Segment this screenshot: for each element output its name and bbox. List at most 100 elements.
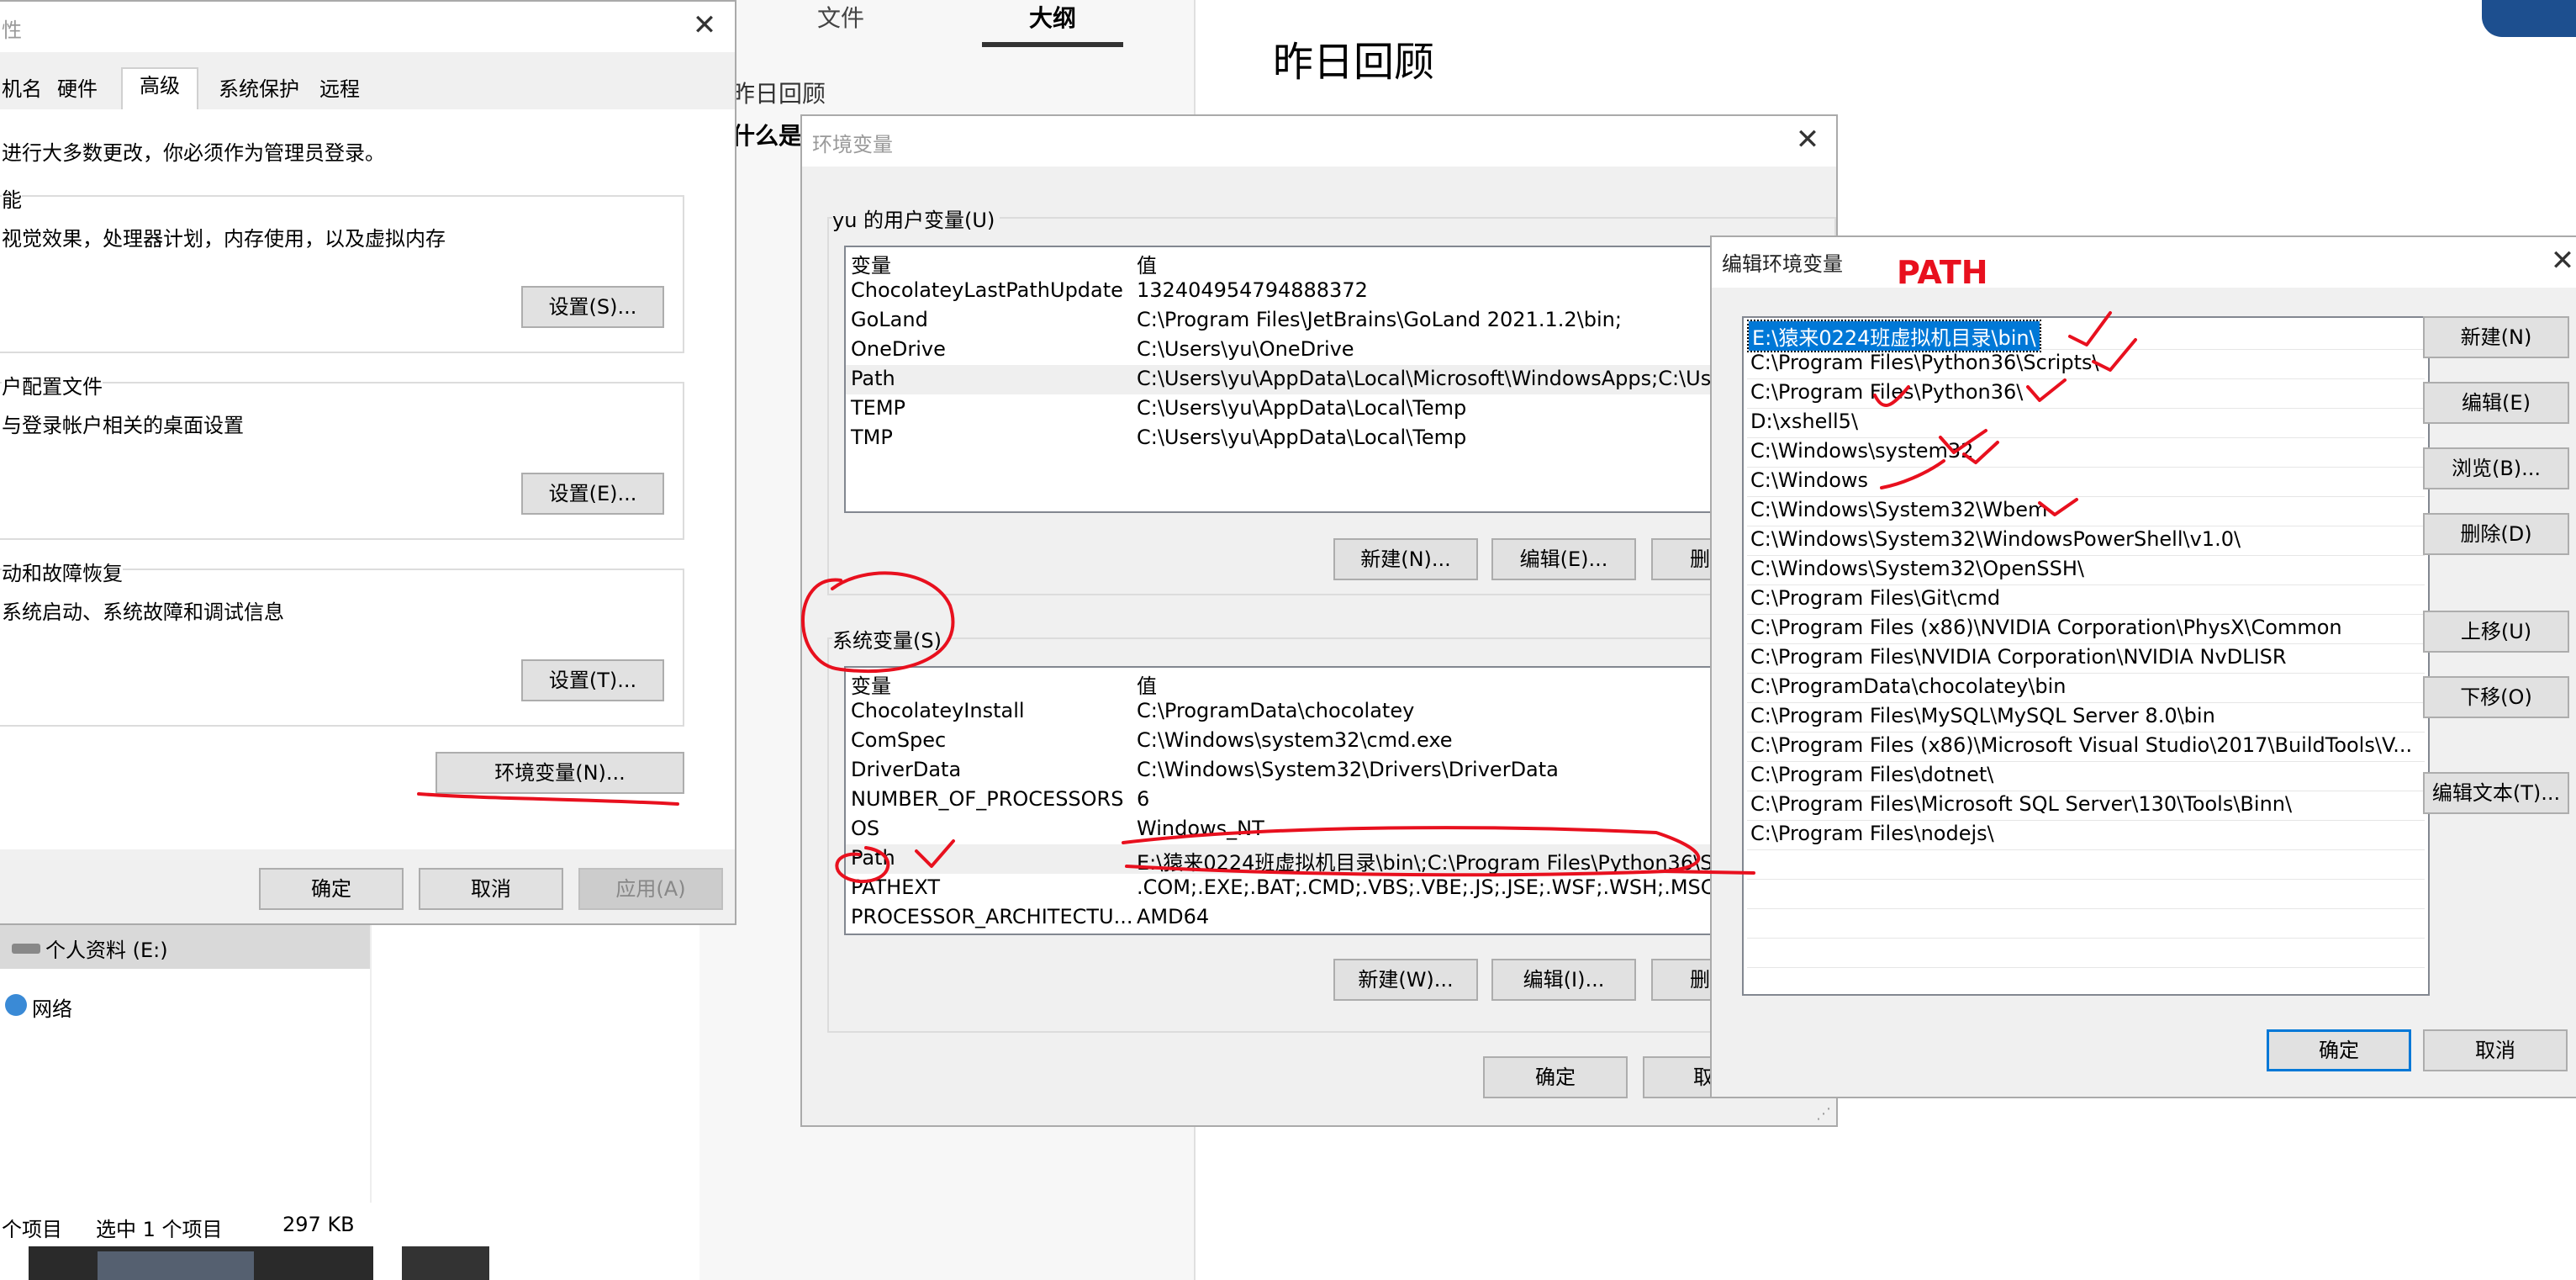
tab-computer-name[interactable]: 机名 — [2, 72, 42, 108]
edit-env-ok-button[interactable]: 确定 — [2267, 1029, 2411, 1071]
close-icon[interactable]: ✕ — [686, 7, 723, 44]
table-row[interactable]: Path E:\猿来0224班虚拟机目录\bin\;C:\Program File… — [846, 844, 1834, 875]
path-browse-button[interactable]: 浏览(B)... — [2423, 447, 2569, 489]
tab-advanced[interactable]: 高级 — [121, 67, 198, 111]
explorer-pane: 个人资料 (E:) 网络 个项目 选中 1 个项目 297 KB — [0, 925, 699, 1280]
edit-env-cancel-button[interactable]: 取消 — [2423, 1029, 2568, 1071]
list-item[interactable]: C:\Windows\System32\OpenSSH\ — [1747, 555, 2425, 585]
list-item[interactable]: E:\猿来0224班虚拟机目录\bin\ — [1747, 320, 2425, 352]
env-titlebar[interactable]: 环境变量 ✕ — [802, 116, 1836, 167]
column-header-value[interactable]: 值 — [1137, 249, 1157, 278]
user-edit-button[interactable]: 编辑(E)... — [1491, 538, 1636, 580]
environment-variables-button[interactable]: 环境变量(N)... — [435, 752, 684, 794]
env-ok-button[interactable]: 确定 — [1483, 1056, 1628, 1098]
performance-desc: 视觉效果，处理器计划，内存使用，以及虚拟内存 — [2, 227, 446, 251]
list-item[interactable]: C:\Windows — [1747, 467, 2425, 497]
path-move-down-button[interactable]: 下移(O) — [2423, 676, 2569, 718]
table-row[interactable]: ChocolateyInstall C:\ProgramData\chocolat… — [846, 697, 1834, 727]
system-vars-group-title: 系统变量(S) — [832, 624, 947, 653]
column-header-variable[interactable]: 变量 — [851, 249, 891, 278]
var-name: TMP — [851, 426, 893, 449]
performance-settings-button[interactable]: 设置(S)... — [521, 286, 664, 328]
taskbar-strip — [0, 1246, 699, 1280]
edit-env-titlebar[interactable]: 编辑环境变量 ✕ — [1712, 237, 2576, 288]
path-delete-button[interactable]: 删除(D) — [2423, 513, 2569, 555]
path-entries-list[interactable]: E:\猿来0224班虚拟机目录\bin\ C:\Program Files\Py… — [1742, 316, 2430, 996]
tab-file[interactable]: 文件 — [817, 0, 864, 34]
list-item[interactable] — [1747, 908, 2425, 939]
table-row[interactable]: ChocolateyLastPathUpdate 1324049547948883… — [846, 277, 1834, 306]
path-entry: C:\Windows\System32\Wbem — [1750, 498, 2048, 521]
taskbar-thumb-2[interactable] — [402, 1246, 489, 1280]
environment-variables-dialog: 环境变量 ✕ yu 的用户变量(U) 变量 值 ChocolateyLastPa… — [800, 114, 1838, 1127]
path-edit-button[interactable]: 编辑(E) — [2423, 382, 2569, 424]
user-new-button[interactable]: 新建(N)... — [1333, 538, 1478, 580]
list-item[interactable]: C:\Program Files (x86)\Microsoft Visual … — [1747, 732, 2425, 762]
apply-button[interactable]: 应用(A) — [578, 868, 723, 910]
system-properties-dialog: 性 ✕ 机名 硬件 高级 系统保护 远程 进行大多数更改，你必须作为管理员登录。… — [0, 0, 736, 925]
profile-settings-button[interactable]: 设置(E)... — [521, 473, 664, 515]
path-entry: D:\xshell5\ — [1750, 410, 1859, 433]
table-row[interactable]: Path C:\Users\yu\AppData\Local\Microsoft\… — [846, 365, 1834, 394]
table-row[interactable]: TMP C:\Users\yu\AppData\Local\Temp — [846, 424, 1834, 453]
list-item[interactable]: C:\Program Files\nodejs\ — [1747, 820, 2425, 850]
close-icon[interactable]: ✕ — [2544, 242, 2576, 279]
list-item[interactable]: C:\Windows\System32\WindowsPowerShell\v1… — [1747, 526, 2425, 556]
table-row[interactable]: TEMP C:\Users\yu\AppData\Local\Temp — [846, 394, 1834, 424]
list-item[interactable]: C:\Program Files\Microsoft SQL Server\13… — [1747, 791, 2425, 821]
list-item[interactable]: C:\Program Files\dotnet\ — [1747, 761, 2425, 791]
table-row[interactable]: DriverData C:\Windows\System32\Drivers\Dr… — [846, 756, 1834, 785]
list-item[interactable] — [1747, 938, 2425, 968]
tab-system-protection[interactable]: 系统保护 — [219, 72, 299, 108]
list-item[interactable]: C:\Program Files\MySQL\MySQL Server 8.0\… — [1747, 702, 2425, 733]
outline-item-what-is[interactable]: 什么是 — [731, 118, 802, 151]
resize-grip-icon[interactable]: ⋰ — [1816, 1105, 1831, 1123]
table-row[interactable]: PROCESSOR_ARCHITECTU... AMD64 — [846, 903, 1834, 933]
table-row[interactable]: NUMBER_OF_PROCESSORS 6 — [846, 785, 1834, 815]
list-item[interactable] — [1747, 849, 2425, 880]
table-row[interactable]: PATHEXT .COM;.EXE;.BAT;.CMD;.VBS;.VBE;.JS… — [846, 874, 1834, 903]
list-item[interactable]: C:\Program Files\NVIDIA Corporation\NVID… — [1747, 643, 2425, 674]
tab-hardware[interactable]: 硬件 — [57, 72, 98, 108]
table-row[interactable]: ComSpec C:\Windows\system32\cmd.exe — [846, 727, 1834, 756]
nav-item-drive-e[interactable]: 个人资料 (E:) — [0, 925, 370, 969]
list-item[interactable]: C:\ProgramData\chocolatey\bin — [1747, 673, 2425, 703]
path-entry: E:\猿来0224班虚拟机目录\bin\ — [1747, 320, 2041, 352]
list-item[interactable]: D:\xshell5\ — [1747, 408, 2425, 438]
list-item[interactable]: C:\Program Files\Python36\Scripts\ — [1747, 349, 2425, 379]
path-entry: C:\Program Files\MySQL\MySQL Server 8.0\… — [1750, 704, 2215, 727]
status-size: 297 KB — [282, 1213, 355, 1236]
path-entry: C:\Program Files\Microsoft SQL Server\13… — [1750, 792, 2293, 816]
path-edit-text-button[interactable]: 编辑文本(T)... — [2423, 772, 2569, 814]
list-item[interactable]: C:\Program Files\Python36\ — [1747, 378, 2425, 409]
path-entry: C:\Windows\system32 — [1750, 439, 1974, 463]
system-new-button[interactable]: 新建(W)... — [1333, 959, 1478, 1001]
list-item[interactable]: C:\Program Files\Git\cmd — [1747, 584, 2425, 615]
list-item[interactable]: C:\Windows\system32 — [1747, 437, 2425, 468]
tab-remote[interactable]: 远程 — [319, 72, 360, 108]
list-item[interactable]: C:\Windows\System32\Wbem — [1747, 496, 2425, 526]
system-properties-titlebar[interactable]: 性 ✕ — [0, 2, 735, 52]
tab-outline[interactable]: 大纲 — [1029, 0, 1076, 34]
env-title: 环境变量 — [812, 133, 893, 156]
path-new-button[interactable]: 新建(N) — [2423, 316, 2569, 358]
startup-settings-button[interactable]: 设置(T)... — [521, 659, 664, 701]
close-icon[interactable]: ✕ — [1789, 121, 1826, 158]
system-edit-button[interactable]: 编辑(I)... — [1491, 959, 1636, 1001]
outline-item-yesterday[interactable]: 昨日回顾 — [731, 76, 826, 109]
table-row[interactable]: GoLand C:\Program Files\JetBrains\GoLand … — [846, 306, 1834, 336]
ok-button[interactable]: 确定 — [259, 868, 404, 910]
cancel-button[interactable]: 取消 — [419, 868, 563, 910]
system-vars-list[interactable]: 变量 值 ChocolateyInstall C:\ProgramData\cho… — [844, 666, 1836, 935]
user-avatar-corner[interactable] — [2482, 0, 2576, 37]
list-item[interactable]: C:\Program Files (x86)\NVIDIA Corporatio… — [1747, 614, 2425, 644]
table-row[interactable]: OneDrive C:\Users\yu\OneDrive — [846, 336, 1834, 365]
profile-group-title: 户配置文件 — [2, 370, 103, 399]
column-header-value[interactable]: 值 — [1137, 669, 1157, 699]
list-item[interactable] — [1747, 879, 2425, 909]
column-header-variable[interactable]: 变量 — [851, 669, 891, 699]
nav-item-network[interactable]: 网络 — [0, 984, 370, 1028]
path-move-up-button[interactable]: 上移(U) — [2423, 611, 2569, 653]
table-row[interactable]: OS Windows_NT — [846, 815, 1834, 844]
user-vars-list[interactable]: 变量 值 ChocolateyLastPathUpdate 13240495479… — [844, 246, 1836, 513]
